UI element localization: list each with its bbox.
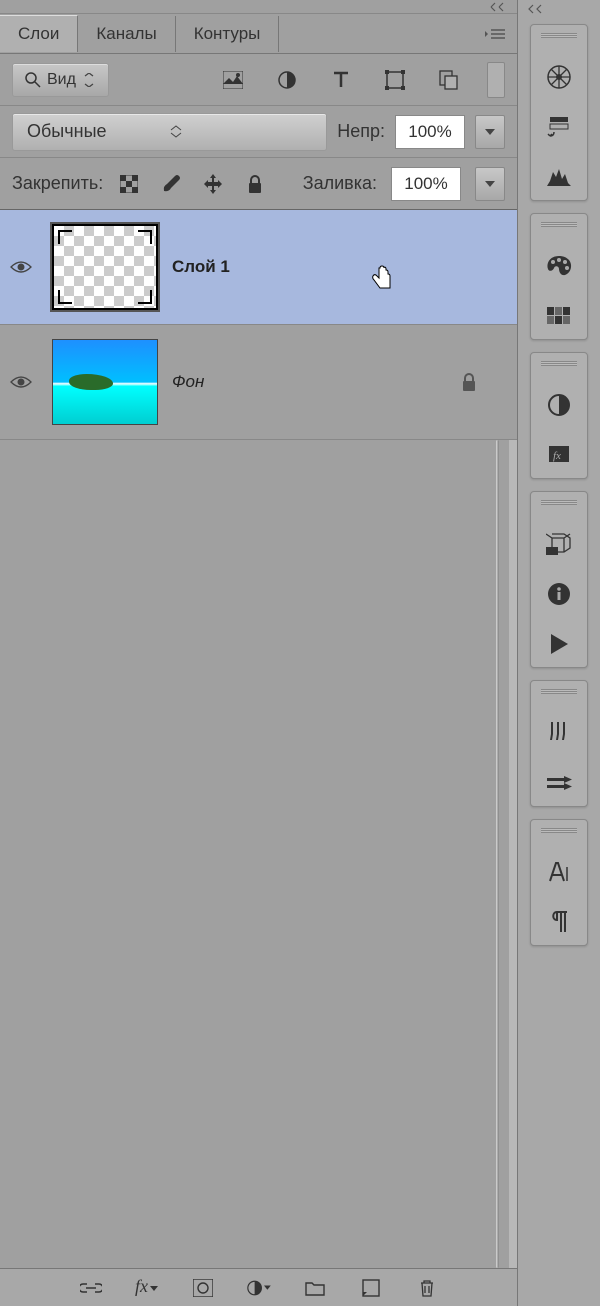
- opacity-label[interactable]: Непр:: [337, 121, 385, 142]
- filter-icon-group: [221, 68, 469, 92]
- layer-row[interactable]: Слой 1: [0, 210, 517, 325]
- lock-pixels-brush-icon[interactable]: [159, 172, 183, 196]
- add-mask-icon[interactable]: [191, 1276, 215, 1300]
- new-adjustment-layer-icon[interactable]: [247, 1276, 271, 1300]
- layer-row[interactable]: Фон: [0, 325, 517, 440]
- filter-row: Вид: [0, 54, 517, 106]
- opacity-slider-toggle[interactable]: [475, 115, 505, 149]
- paragraph-icon[interactable]: [544, 907, 574, 937]
- link-layers-icon[interactable]: [79, 1276, 103, 1300]
- styles-icon[interactable]: fx: [544, 440, 574, 470]
- dock-collapse-icon[interactable]: [518, 4, 600, 18]
- blend-mode-value: Обычные: [27, 121, 170, 142]
- dock-group-6: [530, 819, 588, 946]
- brushes-icon[interactable]: [544, 718, 574, 748]
- dock-group-4: [530, 491, 588, 668]
- visibility-eye-icon[interactable]: [10, 374, 38, 390]
- delete-layer-icon[interactable]: [415, 1276, 439, 1300]
- lock-position-icon[interactable]: [201, 172, 225, 196]
- info-icon[interactable]: [544, 579, 574, 609]
- opacity-value[interactable]: 100%: [395, 115, 465, 149]
- 3d-icon[interactable]: [544, 529, 574, 559]
- panel-flyout-menu-icon[interactable]: [473, 28, 517, 40]
- character-icon[interactable]: [544, 857, 574, 887]
- blend-mode-select[interactable]: Обычные: [12, 113, 327, 151]
- cursor-hand-icon: [370, 264, 394, 292]
- layer-name[interactable]: Фон: [172, 372, 204, 392]
- filter-smartobject-icon[interactable]: [437, 68, 461, 92]
- fill-label[interactable]: Заливка:: [303, 173, 377, 194]
- fill-slider-toggle[interactable]: [475, 167, 505, 201]
- visibility-eye-icon[interactable]: [10, 259, 38, 275]
- new-group-icon[interactable]: [303, 1276, 327, 1300]
- filter-toggle[interactable]: [487, 62, 505, 98]
- adjustments-icon[interactable]: [544, 390, 574, 420]
- fill-value[interactable]: 100%: [391, 167, 461, 201]
- play-icon[interactable]: [544, 629, 574, 659]
- tab-channels[interactable]: Каналы: [78, 16, 175, 52]
- filter-pixel-icon[interactable]: [221, 68, 245, 92]
- svg-text:fx: fx: [553, 450, 561, 462]
- filter-adjustment-icon[interactable]: [275, 68, 299, 92]
- tabs-row: Слои Каналы Контуры: [0, 14, 517, 54]
- new-layer-icon[interactable]: [359, 1276, 383, 1300]
- navigator-icon[interactable]: [544, 62, 574, 92]
- grip-icon[interactable]: [541, 828, 577, 833]
- history-icon[interactable]: [544, 112, 574, 142]
- grip-icon[interactable]: [541, 361, 577, 366]
- layer-thumbnail[interactable]: [52, 224, 158, 310]
- layers-bottom-toolbar: fx: [0, 1268, 517, 1306]
- layers-list: Слой 1 Фон: [0, 210, 517, 440]
- grip-icon[interactable]: [541, 500, 577, 505]
- lock-label: Закрепить:: [12, 173, 103, 194]
- grip-icon[interactable]: [541, 689, 577, 694]
- filter-text-icon[interactable]: [329, 68, 353, 92]
- dock-group-3: fx: [530, 352, 588, 479]
- dock-group-1: [530, 24, 588, 201]
- lock-row: Закрепить: Заливка: 100%: [0, 158, 517, 210]
- chevron-down-icon: [82, 73, 96, 87]
- filter-kind-dropdown[interactable]: Вид: [12, 63, 109, 97]
- swatches-icon[interactable]: [544, 301, 574, 331]
- lock-transparency-icon[interactable]: [117, 172, 141, 196]
- tool-presets-icon[interactable]: [544, 768, 574, 798]
- layer-effects-icon[interactable]: fx: [135, 1276, 159, 1300]
- layer-locked-icon[interactable]: [461, 373, 477, 391]
- tab-paths[interactable]: Контуры: [176, 16, 280, 52]
- color-icon[interactable]: [544, 251, 574, 281]
- filter-shape-icon[interactable]: [383, 68, 407, 92]
- dock-group-5: [530, 680, 588, 807]
- dock-group-2: [530, 213, 588, 340]
- right-dock: fx: [518, 0, 600, 1306]
- lock-all-icon[interactable]: [243, 172, 267, 196]
- search-icon: [25, 72, 41, 88]
- layer-thumbnail[interactable]: [52, 339, 158, 425]
- panel-header: [0, 0, 517, 14]
- layer-name[interactable]: Слой 1: [172, 257, 230, 277]
- grip-icon[interactable]: [541, 222, 577, 227]
- grip-icon[interactable]: [541, 33, 577, 38]
- lock-icon-group: [117, 172, 267, 196]
- layers-panel: Слои Каналы Контуры Вид: [0, 0, 518, 1306]
- blend-mode-row: Обычные Непр: 100%: [0, 106, 517, 158]
- layers-empty-area[interactable]: [0, 440, 517, 1268]
- expand-collapse-icon[interactable]: [489, 1, 507, 13]
- filter-kind-label: Вид: [47, 71, 76, 89]
- histogram-icon[interactable]: [544, 162, 574, 192]
- tab-layers[interactable]: Слои: [0, 15, 78, 52]
